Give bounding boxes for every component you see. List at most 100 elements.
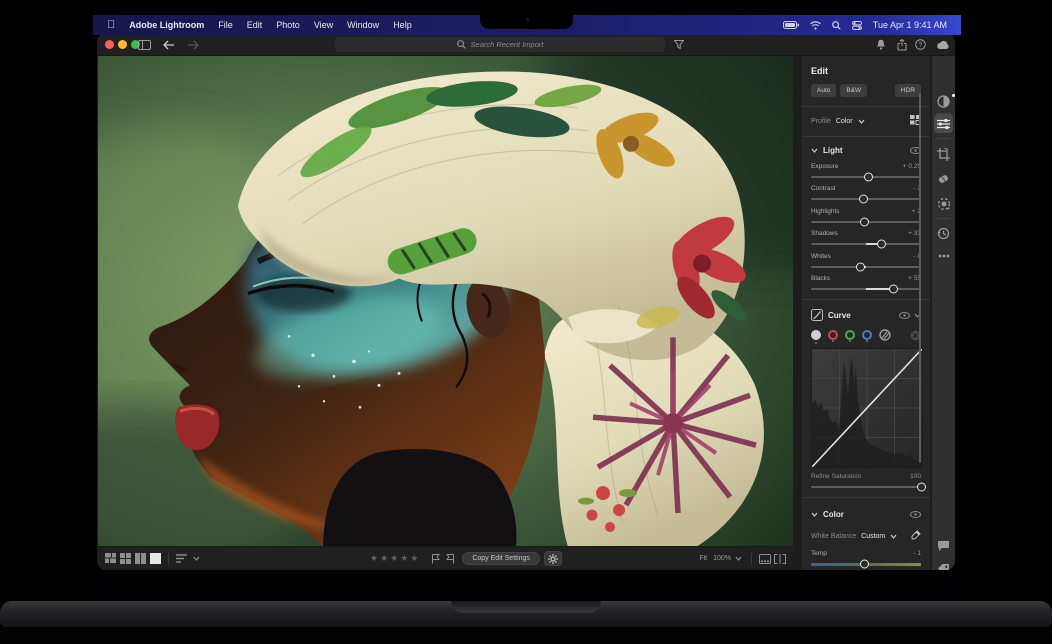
color-section-header[interactable]: Color	[811, 510, 921, 519]
wifi-icon[interactable]	[810, 21, 821, 30]
menu-window[interactable]: Window	[347, 20, 379, 30]
tone-curve-plot[interactable]	[811, 348, 923, 468]
macbook-mockup:  Adobe Lightroom File Edit Photo View W…	[0, 0, 1052, 644]
slider-knob[interactable]	[917, 483, 926, 492]
edit-panel-title: Edit	[811, 66, 921, 76]
minimize-window-button[interactable]	[118, 40, 127, 49]
curve-channel-all[interactable]	[811, 330, 821, 340]
search-icon	[457, 40, 466, 49]
more-options-icon[interactable]	[934, 246, 953, 265]
edit-panel-scrollbar[interactable]	[919, 93, 921, 463]
apple-menu-icon[interactable]: 	[107, 20, 115, 31]
sort-icon[interactable]	[174, 551, 189, 566]
back-arrow-icon[interactable]	[161, 37, 176, 52]
slider-knob[interactable]	[877, 240, 886, 249]
presets-icon[interactable]	[934, 92, 953, 111]
curve-channel-row	[811, 329, 921, 341]
menu-view[interactable]: View	[314, 20, 333, 30]
zoom-chevron-down-icon[interactable]	[731, 551, 746, 566]
zoom-level[interactable]: 100%	[713, 555, 731, 562]
light-section-header[interactable]: Light	[811, 146, 921, 155]
spotlight-search-icon[interactable]	[832, 21, 841, 30]
curve-tool-icon[interactable]	[811, 309, 823, 321]
masking-icon[interactable]	[934, 194, 953, 213]
slider-label: Whites	[811, 253, 831, 260]
slider-knob[interactable]	[859, 195, 868, 204]
menu-help[interactable]: Help	[393, 20, 412, 30]
copy-edit-settings-button[interactable]: Copy Edit Settings	[462, 552, 540, 565]
menu-file[interactable]: File	[218, 20, 233, 30]
photo-canvas: ★★★★★ Copy Edit Settings Fit 100%	[98, 56, 793, 570]
close-window-button[interactable]	[105, 40, 114, 49]
menu-edit[interactable]: Edit	[247, 20, 263, 30]
panels-toggle-icon[interactable]	[772, 551, 787, 566]
menu-photo[interactable]: Photo	[276, 20, 300, 30]
sort-chevron-down-icon[interactable]	[189, 551, 204, 566]
temp-slider[interactable]: Temp- 1	[811, 550, 921, 566]
square-grid-view-icon[interactable]	[118, 551, 133, 566]
light-collapse-chevron-icon[interactable]	[811, 148, 818, 153]
help-icon[interactable]: ?	[913, 37, 928, 52]
laptop-base-shadow	[0, 627, 1052, 644]
white-balance-chevron-down-icon[interactable]	[890, 534, 897, 539]
curve-channel-red[interactable]	[828, 330, 838, 340]
contrast-slider[interactable]: Contrast- 2	[811, 185, 921, 200]
star-rating[interactable]: ★★★★★	[370, 553, 420, 564]
menubar-clock[interactable]: Tue Apr 1 9:41 AM	[873, 20, 947, 30]
profile-chevron-down-icon[interactable]	[858, 119, 865, 124]
photo-woman-portrait[interactable]	[98, 56, 793, 547]
curve-channel-parametric-icon[interactable]	[879, 329, 891, 341]
slider-knob[interactable]	[889, 285, 898, 294]
slider-knob[interactable]	[864, 172, 873, 181]
crop-rotate-icon[interactable]	[934, 145, 953, 164]
photo-grid-view-icon[interactable]	[103, 551, 118, 566]
eyedropper-icon[interactable]	[911, 530, 921, 542]
control-center-icon[interactable]	[852, 21, 862, 30]
highlights-slider[interactable]: Highlights+ 2	[811, 208, 921, 223]
shadows-slider[interactable]: Shadows+ 33	[811, 230, 921, 245]
curve-channel-green[interactable]	[845, 330, 855, 340]
battery-icon[interactable]	[783, 21, 799, 29]
comments-icon[interactable]	[934, 536, 953, 555]
slider-label: Contrast	[811, 185, 836, 192]
active-panel-indicator-dot	[952, 94, 955, 97]
fit-label[interactable]: Fit	[699, 555, 707, 562]
keywords-tag-icon[interactable]	[934, 560, 953, 570]
hdr-button[interactable]: HDR	[895, 84, 921, 97]
bw-button[interactable]: B&W	[840, 84, 867, 97]
curve-channel-blue[interactable]	[862, 330, 872, 340]
filter-icon[interactable]	[671, 37, 686, 52]
color-section-label: Color	[823, 510, 844, 519]
slider-knob[interactable]	[860, 560, 869, 569]
slider-knob[interactable]	[856, 262, 865, 271]
white-balance-value[interactable]: Custom	[861, 533, 885, 540]
share-icon[interactable]	[894, 37, 909, 52]
auto-button[interactable]: Auto	[811, 84, 836, 97]
settings-gear-button[interactable]	[544, 551, 562, 566]
whites-slider[interactable]: Whites- 8	[811, 253, 921, 268]
cloud-sync-icon[interactable]	[935, 37, 950, 52]
color-collapse-chevron-icon[interactable]	[811, 512, 818, 517]
sidebar-toggle-icon[interactable]	[137, 37, 152, 52]
healing-brush-icon[interactable]	[934, 169, 953, 188]
profile-value[interactable]: Color	[836, 118, 853, 125]
compare-view-icon[interactable]	[133, 551, 148, 566]
search-input[interactable]: Search Recent Import	[335, 37, 665, 52]
exposure-slider[interactable]: Exposure+ 0.25	[811, 163, 921, 178]
slider-knob[interactable]	[860, 217, 869, 226]
refine-saturation-slider[interactable]: Refine Saturation100	[811, 473, 921, 488]
notifications-bell-icon[interactable]	[873, 37, 888, 52]
reject-flag-icon[interactable]	[443, 551, 458, 566]
curve-visibility-eye-icon[interactable]	[899, 312, 910, 319]
versions-history-icon[interactable]	[934, 224, 953, 243]
menubar-app-name[interactable]: Adobe Lightroom	[129, 20, 204, 30]
blacks-slider[interactable]: Blacks+ 55	[811, 275, 921, 290]
forward-arrow-icon[interactable]	[185, 37, 200, 52]
detail-view-icon[interactable]	[148, 551, 163, 566]
camera-notch	[480, 4, 573, 29]
curve-section-header[interactable]: Curve	[811, 309, 921, 321]
color-visibility-eye-icon[interactable]	[910, 511, 921, 518]
pick-flag-icon[interactable]	[428, 551, 443, 566]
edit-sliders-icon[interactable]	[934, 114, 953, 133]
filmstrip-toggle-icon[interactable]	[757, 551, 772, 566]
